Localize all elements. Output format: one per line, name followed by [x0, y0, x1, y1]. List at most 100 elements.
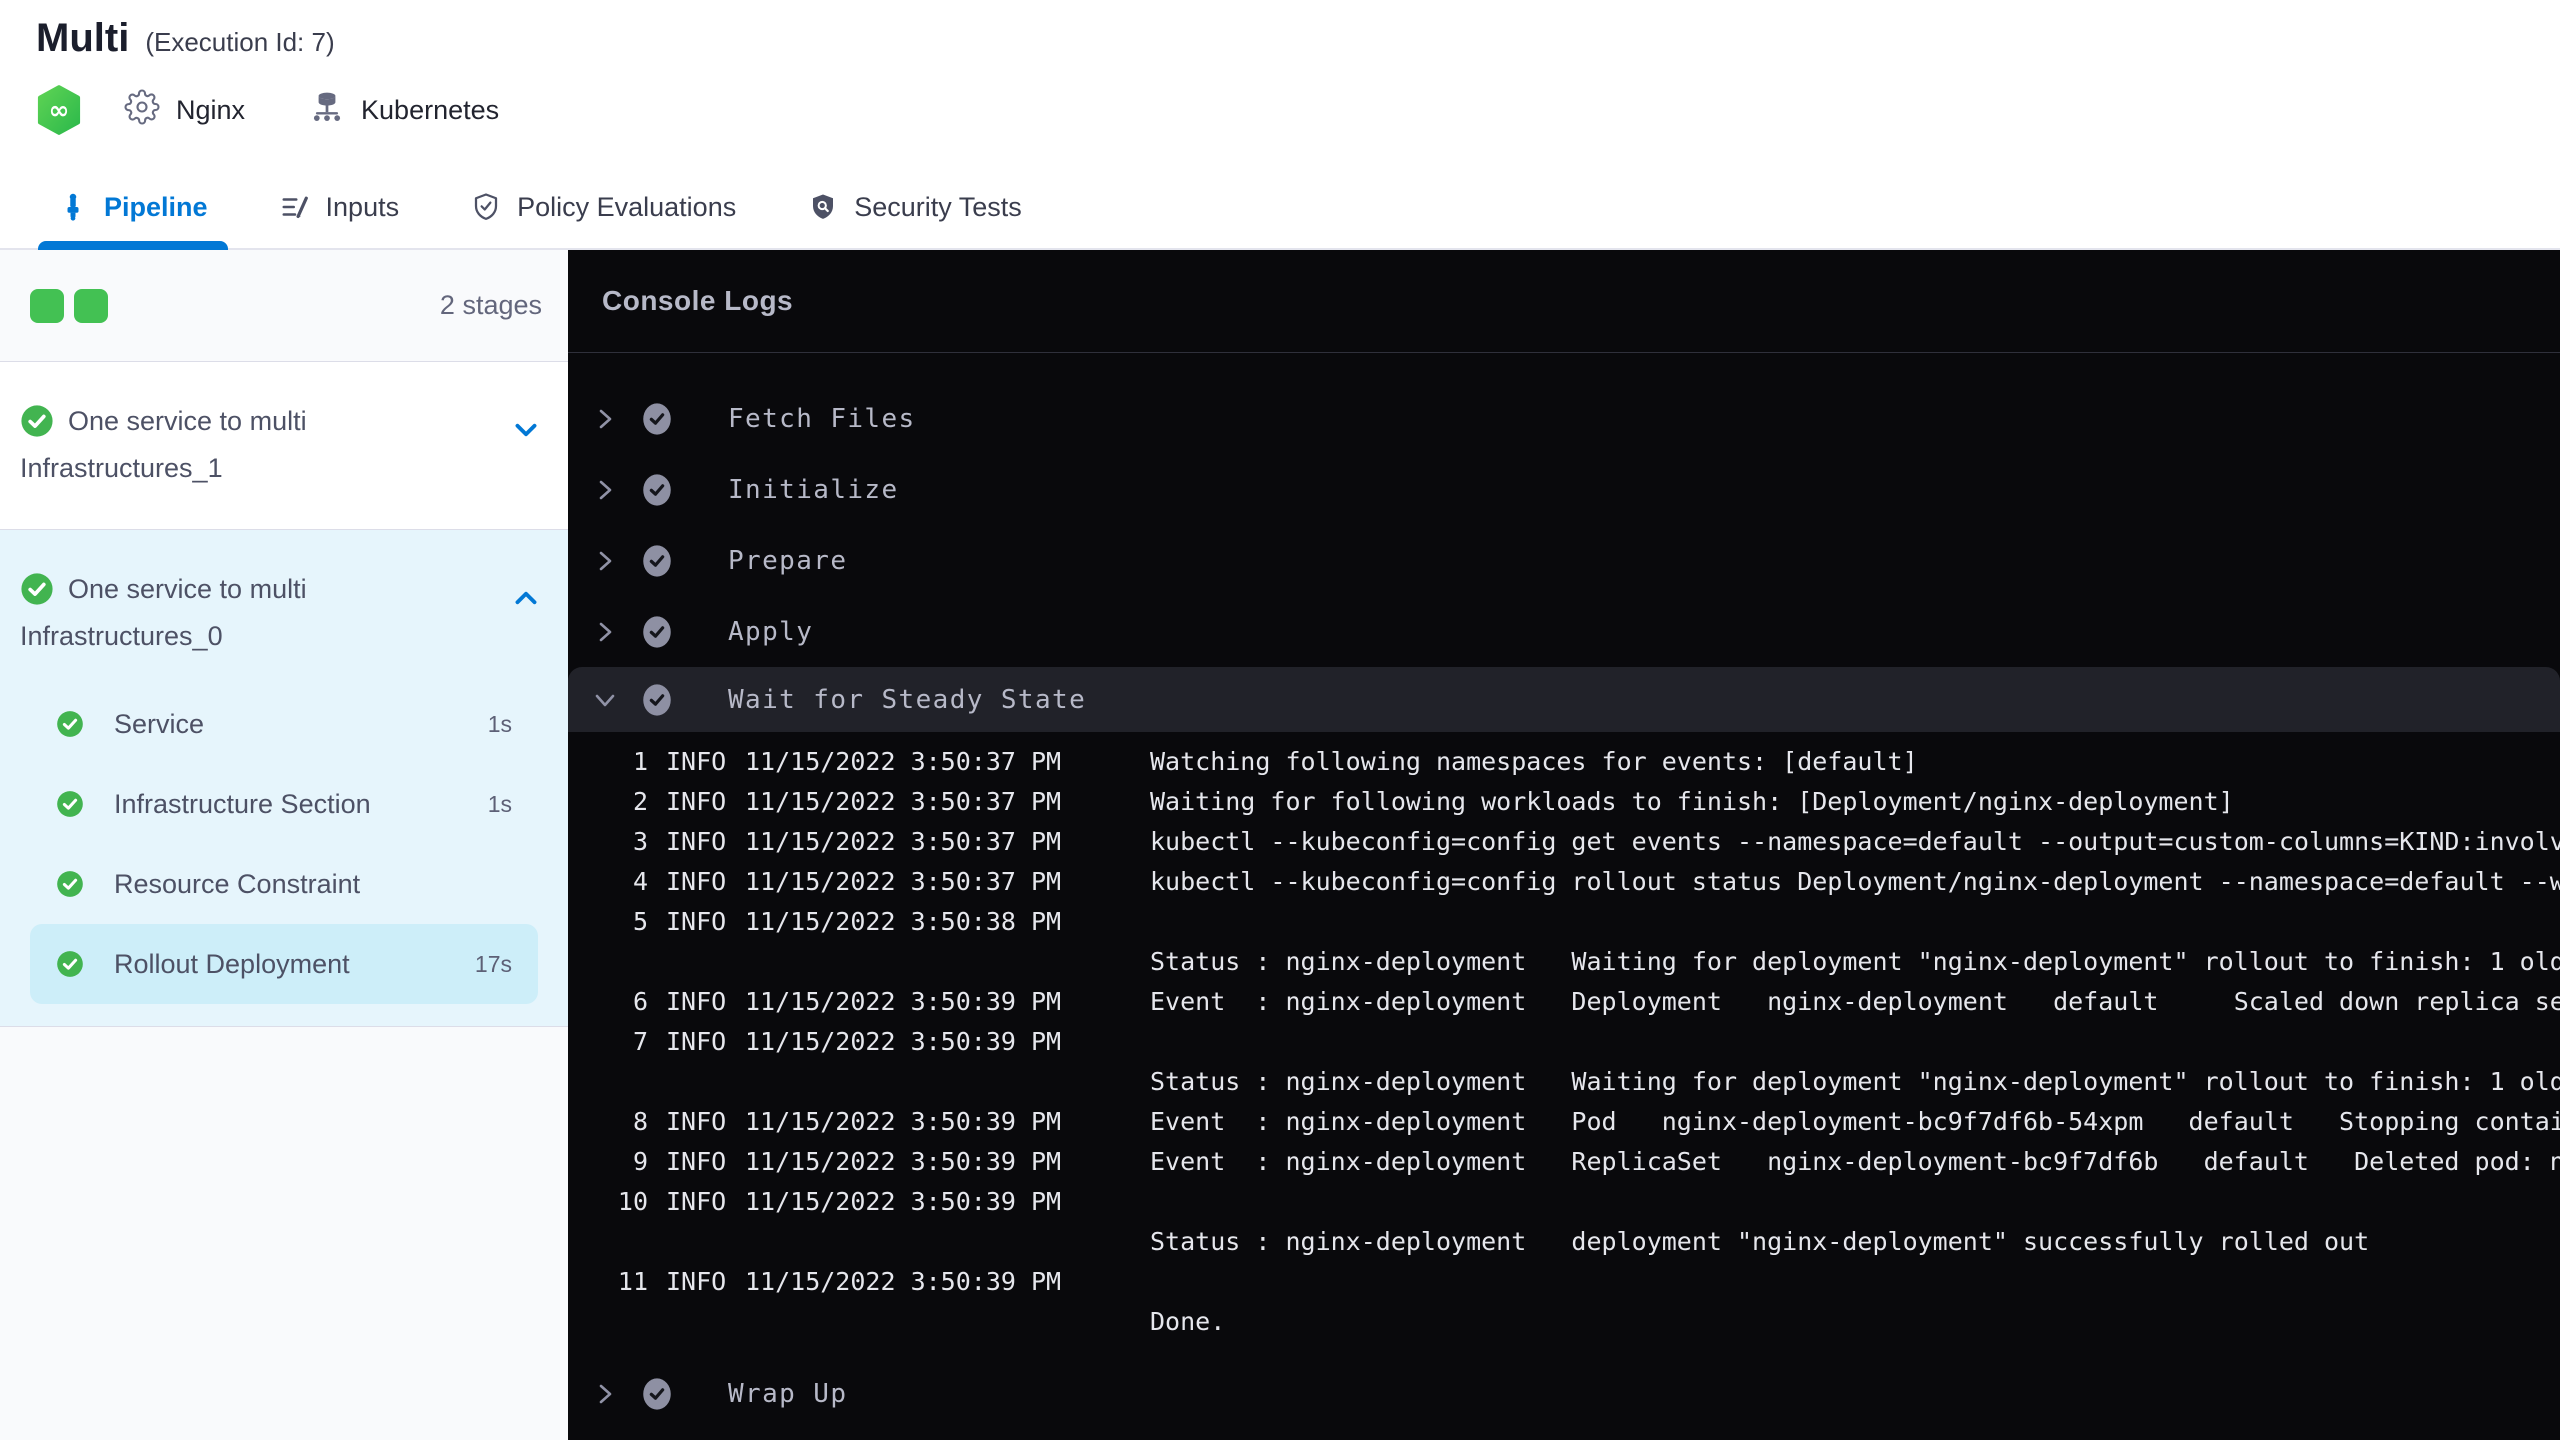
log-no — [568, 1062, 648, 1102]
execution-id-label: (Execution Id: 7) — [145, 27, 335, 57]
log-level: INFO — [666, 987, 727, 1016]
stage-success-square[interactable] — [74, 288, 108, 323]
execution-tabbar: Pipeline Inputs Policy Evaluations Secur… — [0, 166, 2560, 250]
log-time: 11/15/2022 3:50:39 PM — [745, 1267, 1062, 1296]
log-no — [568, 942, 648, 982]
log-row: 4 INFO 11/15/2022 3:50:37 PM kubectl --kube… — [568, 862, 2560, 902]
log-msg: kubectl --kubeconfig=config rollout stat… — [1150, 867, 2560, 896]
chevron-right-icon[interactable] — [592, 1381, 618, 1407]
log-msg: Status : nginx-deployment Waiting for de… — [1150, 1067, 2560, 1096]
success-check-icon — [56, 950, 84, 978]
success-check-icon — [56, 790, 84, 818]
log-no: 5 — [632, 907, 648, 936]
log-level — [666, 1222, 728, 1262]
log-row: 5 INFO 11/15/2022 3:50:38 PM — [568, 902, 2560, 942]
console-step-apply[interactable]: Apply — [568, 596, 2560, 667]
step-duration: 1s — [487, 790, 512, 817]
infrastructure-chip[interactable]: Kubernetes — [309, 89, 499, 132]
log-msg — [1150, 1262, 2560, 1302]
service-name: Nginx — [176, 94, 246, 125]
console-step-fetch-files[interactable]: Fetch Files — [568, 383, 2560, 454]
log-row: Status : nginx-deployment Waiting for de… — [568, 1062, 2560, 1102]
log-level: INFO — [666, 907, 727, 936]
log-level — [666, 1062, 728, 1102]
log-level: INFO — [666, 1267, 727, 1296]
tab-pipeline[interactable]: Pipeline — [38, 166, 228, 250]
success-check-icon — [20, 572, 54, 617]
chevron-down-icon[interactable] — [592, 688, 618, 712]
log-msg: Status : nginx-deployment deployment "ng… — [1150, 1227, 2370, 1256]
inputs-icon — [280, 192, 310, 222]
log-msg: Waiting for following workloads to finis… — [1150, 787, 2234, 816]
console-step-wait-for-steady-state[interactable]: Wait for Steady State — [568, 667, 2560, 732]
console-step-label: Prepare — [728, 545, 848, 576]
log-msg: Done. — [1150, 1307, 1226, 1336]
chevron-right-icon[interactable] — [592, 406, 618, 432]
chevron-down-icon[interactable] — [510, 414, 542, 446]
console-step-wrap-up[interactable]: Wrap Up — [568, 1358, 2560, 1429]
pipeline-icon — [58, 192, 88, 222]
log-no: 10 — [617, 1187, 648, 1216]
tab-pipeline-label: Pipeline — [104, 191, 208, 222]
step-success-check-icon — [642, 1377, 672, 1411]
log-no: 4 — [632, 867, 648, 896]
log-row: 3 INFO 11/15/2022 3:50:37 PM kubectl --kube… — [568, 822, 2560, 862]
success-check-icon — [20, 404, 54, 449]
tab-security-tests-label: Security Tests — [854, 191, 1022, 222]
kubernetes-icon — [309, 89, 345, 132]
log-no: 1 — [632, 747, 648, 776]
tab-security-tests[interactable]: Security Tests — [808, 166, 1022, 248]
console-step-initialize[interactable]: Initialize — [568, 454, 2560, 525]
log-lines: 1 INFO 11/15/2022 3:50:37 PM Watching follo… — [568, 732, 2560, 1350]
step-row-rollout-deployment[interactable]: Rollout Deployment 17s — [30, 924, 538, 1004]
console-step-label: Initialize — [728, 474, 899, 505]
stage-title: One service to multi Infrastructures_0 — [20, 570, 380, 656]
step-name: Rollout Deployment — [114, 948, 350, 979]
stage-card-infrastructures-0[interactable]: One service to multi Infrastructures_0 S… — [0, 530, 568, 1026]
log-level — [666, 1302, 728, 1342]
log-row: 6 INFO 11/15/2022 3:50:39 PM Event : nginx-… — [568, 982, 2560, 1022]
log-no — [568, 1222, 648, 1262]
service-chip[interactable]: Nginx — [124, 88, 246, 132]
infrastructure-name: Kubernetes — [361, 94, 500, 125]
chevron-right-icon[interactable] — [592, 477, 618, 503]
log-no: 7 — [632, 1027, 648, 1056]
chevron-right-icon[interactable] — [592, 548, 618, 574]
log-time — [745, 1222, 1079, 1262]
step-success-check-icon — [642, 473, 672, 507]
chevron-up-icon[interactable] — [510, 582, 542, 614]
log-time: 11/15/2022 3:50:37 PM — [745, 867, 1062, 896]
step-success-check-icon — [642, 683, 672, 717]
console-logs-title: Console Logs — [568, 250, 2560, 353]
log-time — [745, 1302, 1079, 1342]
log-row: 7 INFO 11/15/2022 3:50:39 PM — [568, 1022, 2560, 1062]
step-row-resource-constraint[interactable]: Resource Constraint — [30, 844, 538, 924]
log-msg: Event : nginx-deployment ReplicaSet ngin… — [1150, 1147, 2560, 1176]
log-time: 11/15/2022 3:50:38 PM — [745, 907, 1062, 936]
step-row-infrastructure-section[interactable]: Infrastructure Section 1s — [30, 764, 538, 844]
log-time: 11/15/2022 3:50:39 PM — [745, 987, 1062, 1016]
console-logs-panel: Console Logs Fetch Files Initialize Prepar… — [568, 250, 2560, 1440]
log-msg: Watching following namespaces for events… — [1150, 747, 1918, 776]
step-row-service[interactable]: Service 1s — [30, 684, 538, 764]
console-step-label: Wait for Steady State — [728, 684, 1087, 715]
console-step-prepare[interactable]: Prepare — [568, 525, 2560, 596]
log-msg: Event : nginx-deployment Deployment ngin… — [1150, 987, 2560, 1016]
tab-inputs[interactable]: Inputs — [280, 166, 399, 248]
step-duration: 1s — [487, 710, 512, 737]
tab-policy-evaluations-label: Policy Evaluations — [517, 191, 737, 222]
log-row: Done. — [568, 1302, 2560, 1342]
chevron-right-icon[interactable] — [592, 619, 618, 645]
stage-steps-list: Service 1s Infrastructure Section 1s Resourc… — [20, 684, 548, 1004]
log-row: 9 INFO 11/15/2022 3:50:39 PM Event : nginx-… — [568, 1142, 2560, 1182]
step-name: Infrastructure Section — [114, 788, 371, 819]
log-level: INFO — [666, 1107, 727, 1136]
tab-policy-evaluations[interactable]: Policy Evaluations — [471, 166, 736, 248]
stage-success-square[interactable] — [30, 288, 64, 323]
stage-card-infrastructures-1[interactable]: One service to multi Infrastructures_1 — [0, 362, 568, 530]
svg-text:∞: ∞ — [49, 96, 70, 125]
log-msg — [1150, 1182, 2560, 1222]
gear-icon — [124, 88, 160, 132]
stage-status-squares[interactable] — [30, 288, 108, 323]
log-time: 11/15/2022 3:50:39 PM — [745, 1107, 1062, 1136]
